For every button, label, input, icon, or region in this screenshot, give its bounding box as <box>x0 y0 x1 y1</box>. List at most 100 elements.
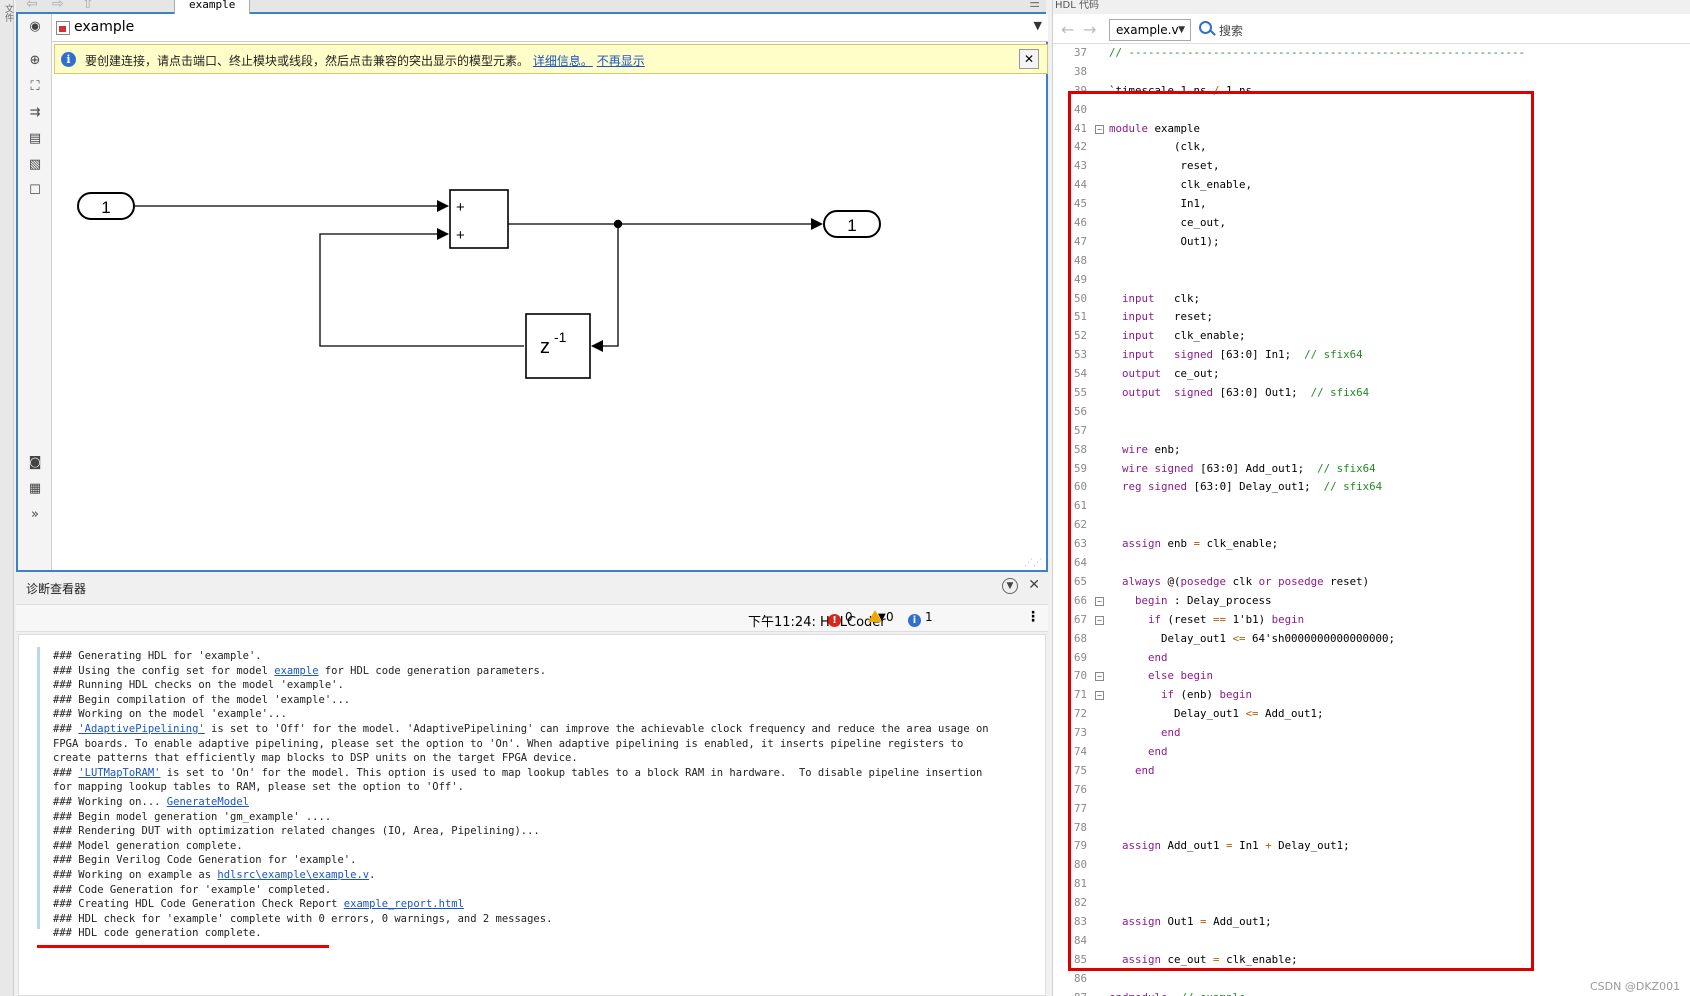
code-text: endmodule // example <box>1109 989 1246 996</box>
info-text: 要创建连接，请点击端口、终止模块或线段，然后点击兼容的突出显示的模型元素。 <box>85 54 530 68</box>
info-count: 1 <box>925 610 933 624</box>
info-icon: i <box>61 52 76 67</box>
warning-filter[interactable]: 0 <box>868 610 894 624</box>
address-bar[interactable]: example ▼ <box>52 14 1048 42</box>
search-icon[interactable] <box>1199 21 1212 34</box>
diagnostic-viewer-title: 诊断查看器 <box>26 582 87 596</box>
code-panel-header: HDL 代码 <box>1053 0 1690 14</box>
red-highlight-box <box>1068 91 1534 971</box>
model-icon <box>56 21 70 35</box>
annotation-icon[interactable]: ▤ <box>26 130 44 148</box>
forward-arrow-icon[interactable]: ⇨ <box>52 0 64 12</box>
file-select-value: example.v <box>1116 23 1179 37</box>
forward-arrow-icon[interactable]: → <box>1083 20 1096 39</box>
code-text: // -------------------------------------… <box>1109 46 1526 59</box>
up-arrow-icon[interactable]: ⇧ <box>82 0 94 12</box>
log-line: ### Begin model generation 'gm_example' … <box>53 810 1038 825</box>
chevron-down-icon[interactable]: ▼ <box>1034 19 1042 32</box>
sum-block[interactable]: + + <box>449 189 509 249</box>
inport-block[interactable]: 1 <box>77 192 135 220</box>
tab-menu-icon[interactable]: ☰ <box>1029 0 1040 10</box>
log-text: ### Working on... <box>53 795 167 808</box>
back-arrow-icon[interactable]: ← <box>1061 20 1074 39</box>
diagnostic-toolbar: 下午11:24: HDLCoder ▼ ! 0 0 i1 ⋮ <box>16 604 1048 632</box>
log-lines: ### Generating HDL for 'example'. ### Usi… <box>53 649 1038 941</box>
log-text: ### Begin model generation 'gm_example' … <box>53 810 332 823</box>
arrow-connect-icon[interactable]: ⇉ <box>26 104 44 122</box>
sum-sign-1: + <box>456 199 465 216</box>
model-editor: ◉ ⊕ ⛶ ⇉ ▤ ▧ ☐ ◙ ▦ » example ▼ i 要创建连接，请点… <box>16 14 1048 572</box>
zoom-icon[interactable]: ⊕ <box>26 52 44 70</box>
unit-delay-block[interactable]: z -1 <box>525 313 591 379</box>
warning-count: 0 <box>886 610 894 624</box>
log-text: ### Generating HDL for 'example'. <box>53 650 262 662</box>
outport-block[interactable]: 1 <box>823 210 881 238</box>
fit-to-view-icon[interactable]: ⛶ <box>26 78 44 96</box>
image-icon[interactable]: ▧ <box>26 156 44 174</box>
area-icon[interactable]: ☐ <box>26 182 44 200</box>
collapse-icon[interactable]: ▼ <box>1002 578 1018 594</box>
info-details-link[interactable]: 详细信息。 <box>533 54 593 68</box>
warning-icon <box>868 610 882 622</box>
code-nav-bar: ← → example.v ▼ 搜索 <box>1053 18 1690 44</box>
simulink-window: 文件 ⇦ ⇨ ⇧ example ☰ ◉ ⊕ ⛶ ⇉ ▤ ▧ ☐ ◙ ▦ » e… <box>0 0 1052 996</box>
outer-side-strip: 文件 <box>0 0 14 996</box>
log-link[interactable]: 'LUTMapToRAM' <box>78 767 160 779</box>
log-line: ### Model generation complete. <box>53 839 1038 854</box>
error-count: 0 <box>845 610 853 624</box>
error-icon: ! <box>828 614 841 627</box>
log-text: ### Creating HDL Code Generation Check R… <box>53 898 344 911</box>
search-input[interactable]: 搜索 <box>1219 22 1243 39</box>
log-text: ### Rendering DUT with optimization rela… <box>53 825 540 838</box>
property-inspector-icon[interactable]: ▦ <box>26 480 44 498</box>
line-number: 38 <box>1073 64 1087 78</box>
block-diagram: 1 + + 1 z -1 <box>77 189 881 379</box>
code-line: 37 // -----------------------------------… <box>1053 44 1690 63</box>
resize-grip-icon[interactable]: ⋰⋰ <box>1024 558 1042 568</box>
log-line: ### Working on the model 'example'... <box>53 707 1038 722</box>
diagnostic-log: ### Generating HDL for 'example'. ### Usi… <box>18 634 1046 996</box>
line-number: 87 <box>1053 989 1087 996</box>
log-link[interactable]: hdlsrc\example\example.v <box>217 869 369 881</box>
log-text: ### Using the config set for model <box>53 664 275 677</box>
delay-exponent: -1 <box>554 329 567 345</box>
model-tab-bar: ⇦ ⇨ ⇧ example ☰ <box>16 0 1046 14</box>
log-line: ### 'LUTMapToRAM' is set to 'On' for the… <box>53 766 1038 781</box>
code-line: 38 <box>1053 63 1690 82</box>
log-line: ### Generating HDL for 'example'. <box>53 649 1038 664</box>
log-line: ### HDL code generation complete. <box>53 926 1038 941</box>
info-filter[interactable]: i1 <box>908 610 933 627</box>
log-text: for mapping lookup tables to RAM, please… <box>53 781 464 794</box>
log-line: for mapping lookup tables to RAM, please… <box>53 780 1038 795</box>
info-message: 要创建连接，请点击端口、终止模块或线段，然后点击兼容的突出显示的模型元素。 详细… <box>85 52 645 69</box>
red-underline-annotation <box>37 945 329 948</box>
log-link[interactable]: example_report.html <box>344 898 464 910</box>
log-text: create patterns that efficiently map blo… <box>53 752 578 765</box>
log-link[interactable]: GenerateModel <box>167 796 249 808</box>
log-line: create patterns that efficiently map blo… <box>53 751 1038 766</box>
back-arrow-icon[interactable]: ⇦ <box>26 0 38 12</box>
close-icon[interactable]: ✕ <box>1028 577 1040 593</box>
info-hide-link[interactable]: 不再显示 <box>597 54 645 68</box>
tab-example[interactable]: example <box>174 0 251 14</box>
error-filter[interactable]: ! 0 <box>828 610 853 627</box>
address-model-name: example <box>74 19 135 35</box>
log-line: ### Code Generation for 'example' comple… <box>53 883 1038 898</box>
delay-base: z <box>540 336 550 358</box>
close-icon[interactable]: ✕ <box>1019 49 1039 69</box>
more-options-icon[interactable]: ⋮ <box>1026 609 1040 625</box>
log-link[interactable]: example <box>274 665 318 677</box>
hide-browser-icon[interactable]: ◉ <box>26 18 44 36</box>
diagnostic-viewer: 诊断查看器 ▼ ✕ 下午11:24: HDLCoder ▼ ! 0 0 i1 ⋮ … <box>16 574 1048 996</box>
log-text: ### Code Generation for 'example' comple… <box>53 883 332 896</box>
sum-sign-2: + <box>456 227 465 244</box>
log-text: is set to 'On' for the model. This optio… <box>160 766 983 779</box>
diagnostic-source[interactable]: 下午11:24: HDLCoder <box>748 611 886 630</box>
log-link[interactable]: 'AdaptivePipelining' <box>78 723 204 735</box>
log-line: ### Using the config set for model examp… <box>53 664 1038 679</box>
camera-icon[interactable]: ◙ <box>26 454 44 472</box>
log-text: ### <box>53 766 79 779</box>
file-select[interactable]: example.v ▼ <box>1109 19 1191 41</box>
log-text: ### Model generation complete. <box>53 839 243 852</box>
expand-icon[interactable]: » <box>26 506 44 524</box>
